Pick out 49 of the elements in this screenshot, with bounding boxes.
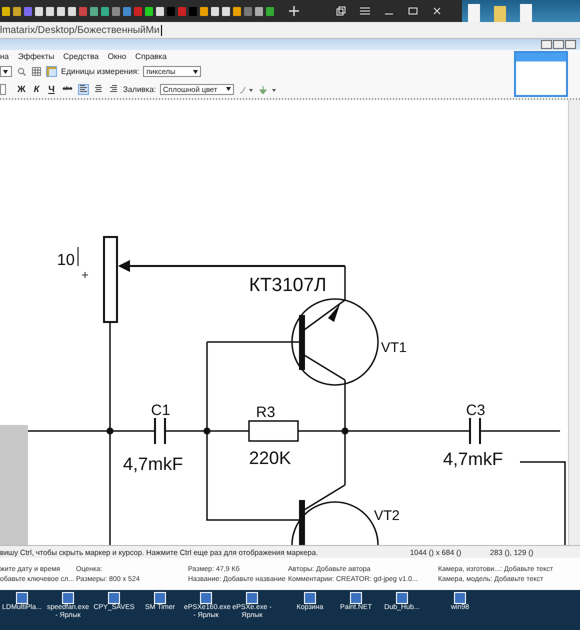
blend-mode-icon[interactable] (258, 84, 278, 94)
menu-item[interactable]: Окно (108, 52, 126, 61)
address-field[interactable]: lmatarix/Desktop/БожественныйМи (0, 24, 162, 36)
shortcut-icon[interactable] (246, 592, 258, 604)
vertical-scrollbar[interactable] (568, 100, 580, 545)
capacitor-label: C3 (466, 402, 486, 419)
units-label: Единицы измерения: (61, 67, 140, 76)
crosshair-icon (82, 272, 88, 278)
shortcut-icon[interactable] (350, 592, 362, 604)
new-tab-icon[interactable] (289, 6, 299, 16)
image-thumbnail[interactable] (514, 51, 568, 97)
shortcut-icon[interactable] (396, 592, 408, 604)
menu-item[interactable]: Средства (63, 52, 99, 61)
resistor-symbol (248, 420, 299, 442)
caret-icon[interactable] (226, 87, 232, 91)
font-dropdown[interactable] (0, 84, 6, 94)
shortcut-icon[interactable] (154, 592, 166, 604)
shortcut-icon[interactable] (108, 592, 120, 604)
caret-icon[interactable] (193, 70, 198, 74)
menu-item[interactable]: Справка (135, 52, 167, 61)
bold-button[interactable]: Ж (16, 84, 27, 94)
caret-icon[interactable] (3, 70, 8, 74)
capacitor-symbol (469, 418, 481, 444)
capacitor-value: 4,7mkF (123, 454, 184, 474)
fill-label: Заливка: (123, 84, 156, 94)
align-center-icon[interactable] (93, 84, 104, 94)
resistor-label: R3 (256, 404, 276, 421)
shortcut-icon[interactable] (62, 592, 74, 604)
capacitor-symbol (154, 418, 166, 444)
menu-item[interactable]: Эффекты (18, 52, 54, 61)
capacitor-label: C1 (151, 402, 170, 419)
transistor-label: VT2 (374, 507, 400, 523)
shortcut-icon[interactable] (304, 592, 316, 604)
transistor-label: КТ3107Л (249, 275, 326, 296)
zoom-dropdown[interactable] (0, 66, 12, 77)
shortcut-icon[interactable] (454, 592, 466, 604)
align-left-icon[interactable] (78, 84, 89, 94)
search-icon[interactable] (16, 66, 27, 77)
resistor-value: 220K (249, 448, 292, 468)
shortcut-icon[interactable] (200, 592, 212, 604)
underline-button[interactable]: Ч (46, 84, 57, 94)
typed-text: 10 (57, 252, 75, 269)
transistor-label: VT1 (381, 339, 407, 355)
capacitor-value: 4,7mkF (443, 449, 504, 469)
shortcut-icon[interactable] (16, 592, 28, 604)
menu-item[interactable]: на (0, 52, 9, 61)
align-right-icon[interactable] (108, 84, 119, 94)
italic-button[interactable]: К (31, 84, 42, 94)
grid-icon[interactable] (31, 66, 42, 77)
